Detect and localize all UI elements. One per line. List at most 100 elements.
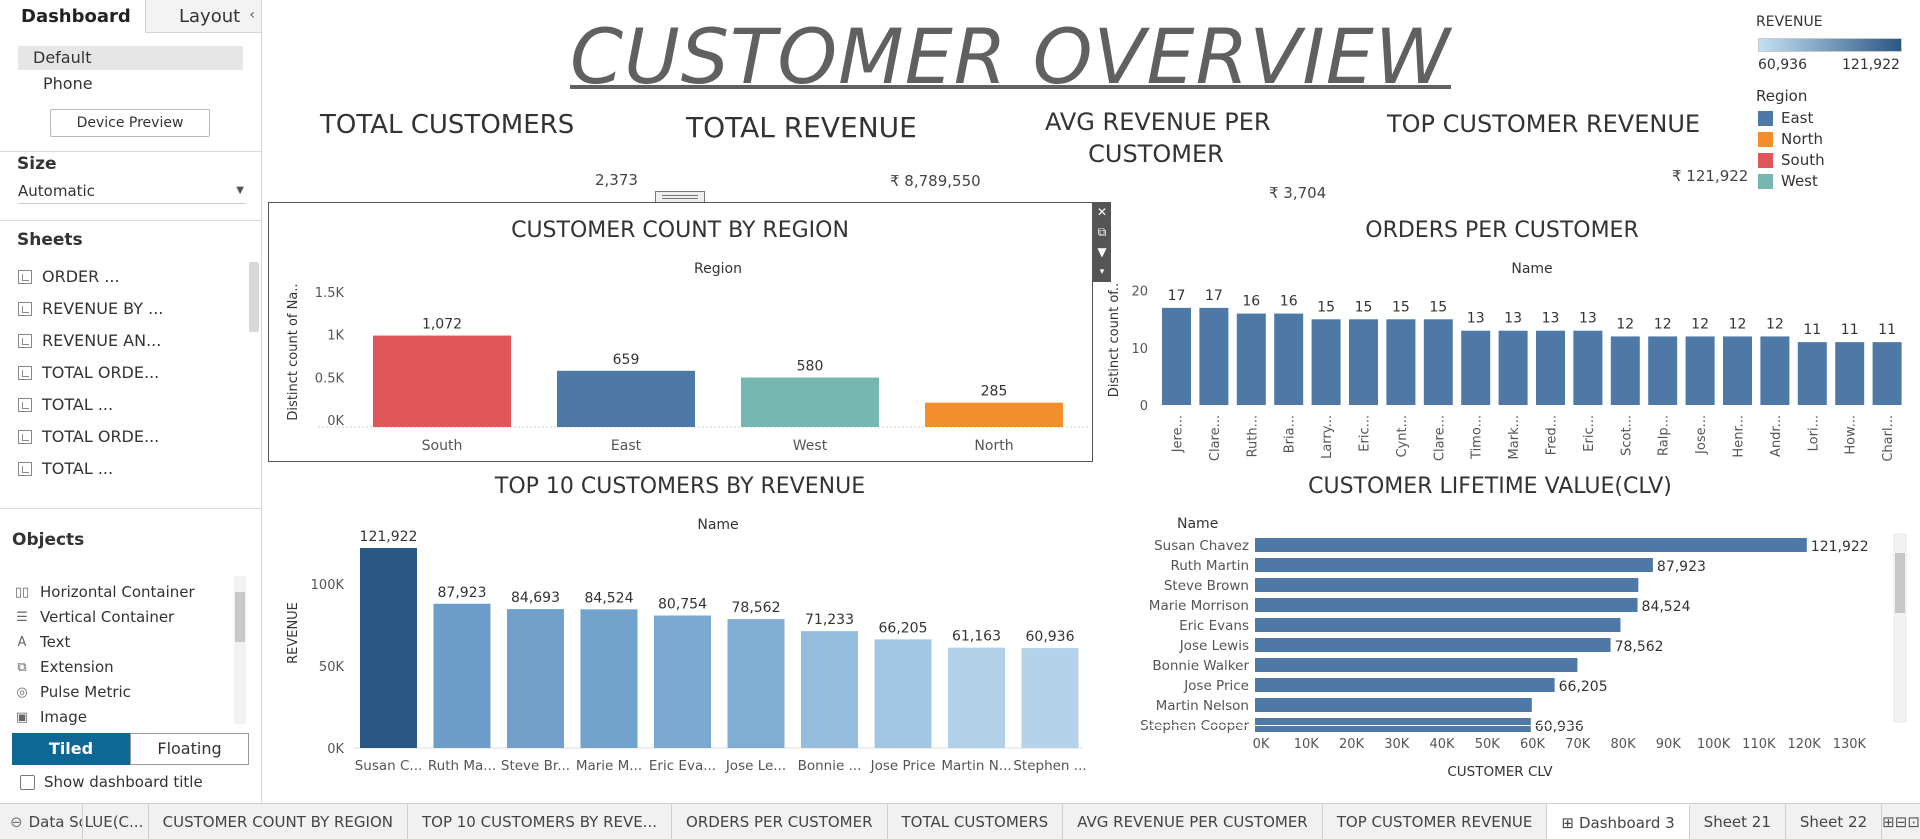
new-worksheet-icon[interactable]: ⊞ — [1882, 804, 1895, 839]
sheet-tab[interactable]: AVG REVENUE PER CUSTOMER — [1063, 804, 1323, 839]
bar[interactable] — [1872, 342, 1902, 405]
sheet-item[interactable]: REVENUE AN... — [18, 327, 243, 355]
sheet-item[interactable]: TOTAL ORDE... — [18, 359, 243, 387]
sheet-item[interactable]: TOTAL ... — [18, 391, 243, 419]
x-tick-label: Henr... — [1732, 415, 1747, 458]
bar[interactable] — [580, 609, 638, 748]
bar[interactable] — [1255, 698, 1532, 712]
bar[interactable] — [507, 609, 564, 748]
bar[interactable] — [1255, 558, 1653, 572]
object-item[interactable]: ▯▯ Horizontal Container — [14, 580, 195, 604]
sheet-item[interactable]: REVENUE BY ... — [18, 295, 243, 323]
bar[interactable] — [1255, 598, 1638, 612]
sheet-tab[interactable]: ORDERS PER CUSTOMER — [672, 804, 888, 839]
tiled-button[interactable]: Tiled — [12, 733, 130, 765]
object-item[interactable]: ☰ Vertical Container — [14, 605, 174, 629]
sheet-tab[interactable]: Sheet 21 — [1690, 804, 1786, 839]
tab-layout[interactable]: Layout — [145, 0, 261, 33]
bar[interactable] — [1021, 648, 1079, 748]
new-story-icon[interactable]: ⊡ — [1907, 804, 1920, 839]
floating-button[interactable]: Floating — [130, 733, 249, 765]
bar[interactable] — [1610, 336, 1640, 405]
sheet-tab[interactable]: CUSTOMER COUNT BY REGION — [149, 804, 408, 839]
device-preview-button[interactable]: Device Preview — [50, 109, 210, 137]
legend-item[interactable]: South — [1758, 151, 1825, 169]
object-item[interactable]: ◎ Pulse Metric — [14, 680, 131, 704]
legend-item[interactable]: North — [1758, 130, 1823, 148]
bar[interactable] — [1386, 319, 1416, 405]
bar[interactable] — [1255, 658, 1578, 672]
new-dashboard-icon[interactable]: ⊟ — [1895, 804, 1908, 839]
customer-lifetime-value-chart[interactable]: CUSTOMER LIFETIME VALUE(CLV) Name Susan Ch… — [1105, 463, 1895, 780]
device-default[interactable]: Default — [18, 46, 243, 70]
plot-edge[interactable] — [1105, 725, 1895, 726]
object-item[interactable]: ⧉ Extension — [14, 655, 113, 679]
bar[interactable] — [1255, 618, 1621, 632]
sheet-item[interactable]: ORDER ... — [18, 263, 243, 291]
x-tick-label: 30K — [1384, 737, 1410, 752]
bar[interactable] — [727, 619, 785, 748]
bar[interactable] — [948, 647, 1005, 748]
sheet-tab[interactable]: TOP CUSTOMER REVENUE — [1323, 804, 1548, 839]
bar[interactable] — [1648, 336, 1678, 405]
bar[interactable] — [1349, 319, 1378, 405]
y-axis-label: REVENUE — [286, 602, 301, 664]
object-item-label: Text — [40, 633, 71, 651]
show-dashboard-title-checkbox[interactable]: Show dashboard title — [20, 773, 203, 791]
x-tick-label: Bonnie ... — [798, 758, 862, 774]
sheet-tab[interactable]: Sheet 22 — [1786, 804, 1883, 839]
collapse-panel-icon[interactable]: ‹ — [249, 7, 255, 23]
bar[interactable] — [1573, 330, 1603, 405]
bar[interactable] — [874, 639, 932, 748]
bar[interactable] — [1255, 538, 1807, 552]
bar[interactable] — [654, 615, 711, 748]
legend-item[interactable]: East — [1758, 109, 1813, 127]
checkbox-icon[interactable] — [20, 774, 35, 790]
legend-item[interactable]: West — [1758, 172, 1818, 190]
size-select[interactable]: Automatic ▼ — [18, 180, 246, 204]
sheet-item[interactable]: TOTAL ... — [18, 455, 243, 483]
device-phone[interactable]: Phone — [18, 72, 243, 96]
bar[interactable] — [1797, 342, 1827, 405]
object-item[interactable]: A Text — [14, 630, 71, 654]
x-tick-label: How... — [1844, 415, 1859, 455]
sheet-tab[interactable]: TOTAL CUSTOMERS — [888, 804, 1064, 839]
top-10-customers-chart[interactable]: TOP 10 CUSTOMERS BY REVENUE Name REVENUE 0K… — [268, 463, 1093, 780]
bar[interactable] — [1723, 336, 1752, 405]
data-label: 78,562 — [732, 600, 781, 616]
sheet-item[interactable]: TOTAL ORDE... — [18, 423, 243, 451]
sheet-tab[interactable]: ⊞ Dashboard 3 — [1547, 804, 1690, 839]
objects-scrollbar[interactable] — [234, 576, 246, 724]
bar[interactable] — [801, 631, 858, 748]
orders-per-customer-chart[interactable]: ORDERS PER CUSTOMER Name Distinct count of… — [1105, 205, 1905, 463]
bar[interactable] — [1498, 330, 1528, 405]
x-tick-label: 20K — [1339, 737, 1365, 752]
bar[interactable] — [1199, 307, 1229, 405]
x-tick-label: Andr... — [1769, 415, 1784, 457]
tab-data-source-label: Data Source — [28, 812, 82, 831]
sheets-scrollbar[interactable] — [249, 262, 259, 332]
bar[interactable] — [433, 603, 491, 748]
bar[interactable] — [1835, 342, 1865, 405]
bar[interactable] — [1461, 330, 1491, 405]
bar[interactable] — [1255, 638, 1611, 652]
bar[interactable] — [1423, 319, 1453, 405]
bar[interactable] — [1760, 336, 1790, 405]
tab-data-source[interactable]: ⊖ Data Source — [0, 804, 83, 839]
bar[interactable] — [1255, 578, 1639, 592]
bar[interactable] — [1162, 307, 1191, 405]
bar[interactable] — [360, 547, 417, 748]
bar[interactable] — [1236, 313, 1266, 405]
bar[interactable] — [1685, 336, 1715, 405]
sheet-tab[interactable]: LUE(C... — [83, 804, 149, 839]
bar[interactable] — [1255, 678, 1555, 692]
bar[interactable] — [1311, 319, 1341, 405]
x-tick-label: Marie M... — [576, 758, 642, 774]
sheet-tab[interactable]: TOP 10 CUSTOMERS BY REVE... — [408, 804, 673, 839]
bar[interactable] — [1536, 330, 1565, 405]
object-item[interactable]: ▣ Image — [14, 705, 87, 729]
clv-scrollbar[interactable] — [1893, 533, 1907, 723]
tab-dashboard[interactable]: Dashboard — [0, 0, 145, 33]
bar[interactable] — [1274, 313, 1304, 405]
y-tick-label: Susan Chavez — [1154, 538, 1249, 554]
